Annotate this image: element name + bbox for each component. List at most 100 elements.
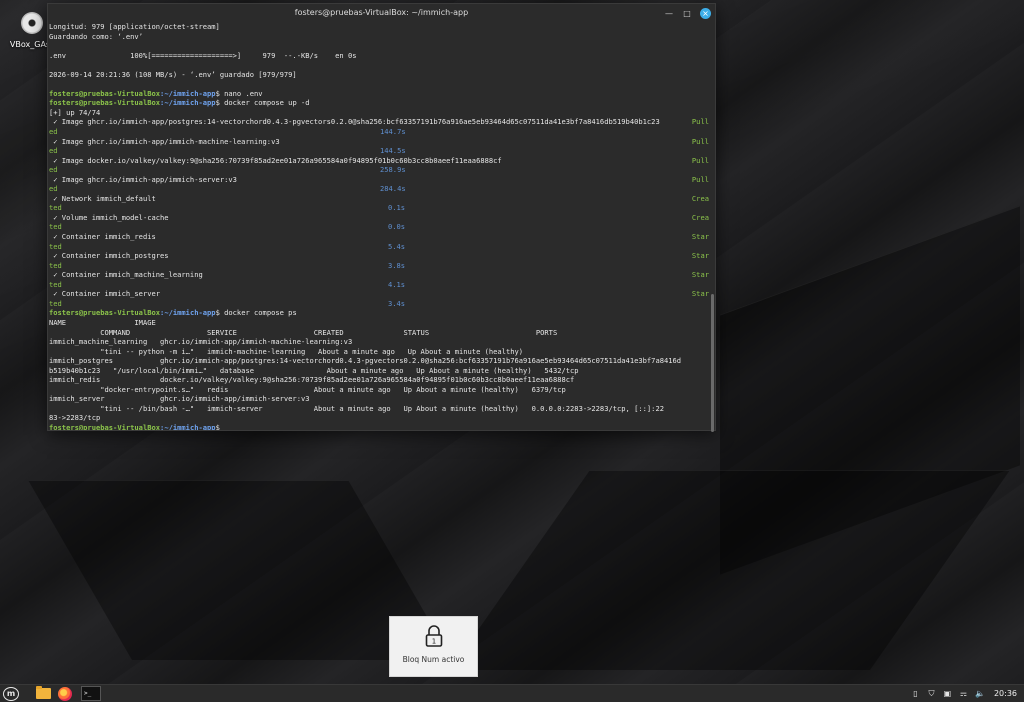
compose-item-cont: ed 144.5s xyxy=(49,146,709,156)
command-text: $ docker compose ps xyxy=(215,308,297,318)
terminal-output[interactable]: Longitud: 979 [application/octet-stream]… xyxy=(49,22,709,430)
compose-item-cont: ed 284.4s xyxy=(49,184,709,194)
compose-item-cont: ed 144.7s xyxy=(49,127,709,137)
item-time: 144.5s xyxy=(380,146,406,156)
terminal-scrollbar[interactable] xyxy=(711,294,714,432)
item-status: Star xyxy=(691,270,709,280)
compose-item-cont: ted 4.1s xyxy=(49,280,709,290)
item-time: 4.1s xyxy=(388,279,406,289)
item-status-cont: ed xyxy=(49,165,58,175)
prompt-line: fosters@pruebas-VirtualBox:~/immich-app$… xyxy=(49,308,709,318)
item-status-cont: ted xyxy=(49,241,62,251)
prompt-user: fosters@pruebas-VirtualBox xyxy=(49,422,161,430)
item-status: Pull xyxy=(691,155,709,165)
compose-item: ✓ Volume immich_model-cache Crea xyxy=(49,213,709,223)
osd-message: Bloq Num activo xyxy=(402,655,465,664)
prompt-line: fosters@pruebas-VirtualBox:~/immich-app$… xyxy=(49,89,709,99)
item-status-cont: ted xyxy=(49,203,62,213)
prompt-path: :~/immich-app xyxy=(160,98,216,108)
compose-item-cont: ted 3.8s xyxy=(49,261,709,271)
item-status: Star xyxy=(691,232,709,242)
item-time: 144.7s xyxy=(380,127,406,137)
item-text: ✓ Container immich_machine_learning xyxy=(49,270,203,280)
prompt-user: fosters@pruebas-VirtualBox xyxy=(49,88,161,98)
item-text: ✓ Network immich_default xyxy=(49,193,156,203)
ps-row: immich_redis docker.io/valkey/valkey:9@s… xyxy=(49,375,575,385)
compose-item-cont: ted 0.1s xyxy=(49,203,709,213)
prompt-line: fosters@pruebas-VirtualBox:~/immich-app$… xyxy=(49,98,709,108)
item-time: 284.4s xyxy=(380,184,406,194)
maximize-icon[interactable]: □ xyxy=(682,9,692,19)
item-status-cont: ted xyxy=(49,298,62,308)
item-status: Pull xyxy=(691,174,709,184)
terminal-task-button[interactable]: >_ xyxy=(80,685,102,702)
ps-row: "tini -- python -m i…" immich-machine-le… xyxy=(49,346,524,356)
close-icon[interactable]: × xyxy=(700,8,711,19)
wallpaper-shape xyxy=(449,470,1011,670)
compose-item: ✓ Image docker.io/valkey/valkey:9@sha256… xyxy=(49,156,709,166)
compose-status: [+] up 74/74 xyxy=(49,107,101,117)
item-time: 5.4s xyxy=(388,241,406,251)
menu-button[interactable]: m xyxy=(0,685,22,702)
terminal-line: 2026-09-14 20:21:36 (108 MB/s) - ‘.env’ … xyxy=(49,69,297,79)
system-tray: ▯ ⛉ ▣ ⚎ 🔈 20:36 xyxy=(911,689,1024,699)
item-time: 258.9s xyxy=(380,165,406,175)
ps-row: immich_postgres ghcr.io/immich-app/postg… xyxy=(49,356,682,366)
firefox-icon xyxy=(58,686,72,701)
shield-icon[interactable]: ⛉ xyxy=(927,689,936,699)
item-status: Star xyxy=(691,251,709,261)
item-status: Star xyxy=(691,289,709,299)
ps-row: 83->2283/tcp xyxy=(49,413,101,423)
window-titlebar[interactable]: fosters@pruebas-VirtualBox: ~/immich-app… xyxy=(48,4,715,22)
prompt-line[interactable]: fosters@pruebas-VirtualBox:~/immich-app$ xyxy=(49,423,709,430)
item-status-cont: ted xyxy=(49,260,62,270)
clock[interactable]: 20:36 xyxy=(994,689,1017,698)
compose-item: ✓ Container immich_redis Star xyxy=(49,232,709,242)
compose-item-cont: ted 0.0s xyxy=(49,222,709,232)
files-launcher[interactable] xyxy=(32,685,54,702)
prompt-user: fosters@pruebas-VirtualBox xyxy=(49,308,161,318)
prompt-path: :~/immich-app xyxy=(160,422,216,430)
item-time: 0.0s xyxy=(388,222,406,232)
item-time: 3.4s xyxy=(388,298,406,308)
volume-icon[interactable]: 🔈 xyxy=(975,689,985,698)
disc-icon xyxy=(21,12,43,34)
item-status-cont: ed xyxy=(49,146,58,156)
compose-item: ✓ Container immich_server Star xyxy=(49,289,709,299)
ps-row: "docker-entrypoint.s…" redis About a min… xyxy=(49,384,566,394)
ps-row: immich_server ghcr.io/immich-app/immich-… xyxy=(49,394,310,404)
item-text: ✓ Image docker.io/valkey/valkey:9@sha256… xyxy=(49,155,502,165)
mint-logo-icon: m xyxy=(3,686,19,701)
clipboard-icon[interactable]: ▯ xyxy=(911,689,920,698)
ps-header: COMMAND SERVICE CREATED STATUS PORTS xyxy=(49,327,558,337)
item-text: ✓ Image ghcr.io/immich-app/postgres:14-v… xyxy=(49,117,660,127)
terminal-icon: >_ xyxy=(81,686,101,701)
minimize-icon[interactable]: — xyxy=(664,9,674,19)
numlock-osd: 1 Bloq Num activo xyxy=(389,616,478,677)
item-time: 0.1s xyxy=(388,203,406,213)
item-text: ✓ Container immich_redis xyxy=(49,232,156,242)
terminal-window[interactable]: fosters@pruebas-VirtualBox: ~/immich-app… xyxy=(47,3,716,432)
terminal-line: Guardando como: ‘.env’ xyxy=(49,31,143,41)
command-text: $ xyxy=(215,422,220,430)
network-icon[interactable]: ⚎ xyxy=(959,689,968,698)
compose-item: ✓ Network immich_default Crea xyxy=(49,194,709,204)
item-time: 3.8s xyxy=(388,260,406,270)
compose-item-cont: ed 258.9s xyxy=(49,165,709,175)
prompt-path: :~/immich-app xyxy=(160,308,216,318)
firefox-launcher[interactable] xyxy=(54,685,76,702)
item-status: Crea xyxy=(691,193,709,203)
update-icon[interactable]: ▣ xyxy=(943,689,952,698)
item-text: ✓ Container immich_postgres xyxy=(49,251,169,261)
terminal-line: .env 100%[===================>] 979 --.-… xyxy=(49,50,357,60)
compose-item-cont: ted 3.4s xyxy=(49,299,709,309)
command-text: $ docker compose up -d xyxy=(215,98,310,108)
compose-item: ✓ Image ghcr.io/immich-app/immich-machin… xyxy=(49,137,709,147)
ps-header: NAME IMAGE xyxy=(49,317,156,327)
compose-item: ✓ Container immich_machine_learning Star xyxy=(49,270,709,280)
item-status: Crea xyxy=(691,212,709,222)
compose-item: ✓ Container immich_postgres Star xyxy=(49,251,709,261)
